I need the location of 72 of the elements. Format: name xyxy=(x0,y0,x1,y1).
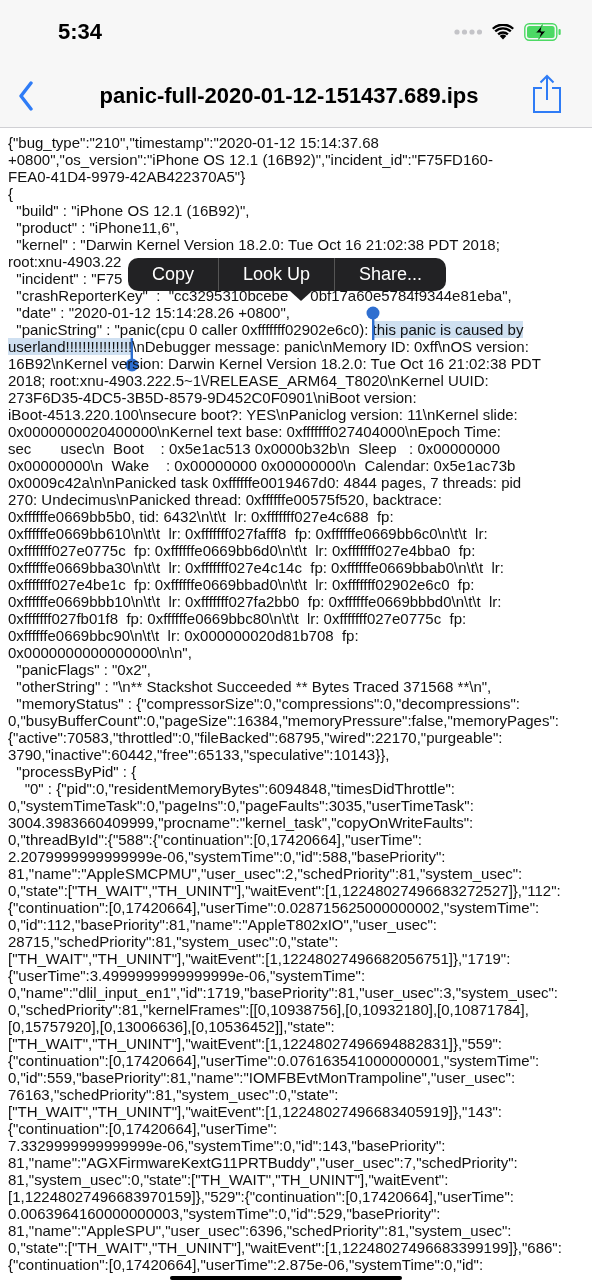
log-text: "panicString" : "panic(cpu 0 caller 0xfffffff02902e6c0): xyxy=(15,321,370,338)
log-text: 28715,"schedPriority":81,"system_usec":0,"state": xyxy=(8,933,339,950)
log-text: "0" : {"pid":0,"residentMemoryBytes":6094848,"timesDidThrottle": xyxy=(23,780,455,797)
log-text: sec usec\n Boot : 0x5e1ac513 0x0000b32b\n Sleep : 0x00000000 xyxy=(8,440,501,457)
log-text: 2018; root:xnu-4903.222.5~1\/RELEASE_ARM64_T8020\nKernel UUID: xyxy=(8,372,489,389)
log-text: 0x0000000000000000\n\n", xyxy=(8,644,192,661)
log-text: 0.0063964160000000003,"systemTime":0,"id":529,"basePriority": xyxy=(8,1205,441,1222)
log-text: 0,"name":"dlil_input_en1","id":1719,"basePriority":81,"user_usec":3,"system_usec": xyxy=(8,984,559,1001)
log-text: [0,15757920],[0,13006636],[0,10536452]],"state": xyxy=(8,1018,335,1035)
log-text: root:xnu-4903.22 xyxy=(8,253,122,270)
log-text: 81,"name":"AppleSPU","user_usec":6396,"schedPriority":81,"system_usec": xyxy=(8,1222,512,1239)
status-time: 5:34 xyxy=(58,19,103,45)
log-text: 0,"state":["TH_WAIT","TH_UNINT"],"waitEvent":[1,12248027496683272527]},"112": xyxy=(8,882,561,899)
battery-charging-icon xyxy=(524,23,562,41)
log-text: {"continuation":[0,17420664],"userTime":2.875e-06,"systemTime":0,"id": xyxy=(8,1256,484,1273)
log-text: +0800","os_version":"iPhone OS 12.1 (16B92)","incident_id":"F75FD160- xyxy=(8,151,493,168)
log-text: 0,"busyBufferCount":0,"pageSize":16384,"memoryPressure":false,"memoryPages": xyxy=(8,712,559,729)
log-text: "kernel" : "Darwin Kernel Version 18.2.0: Tue Oct 16 21:02:38 PDT 2018; xyxy=(15,236,500,253)
log-text: 0xfffffff027fb01f8 fp: 0xffffffe0669bbc80\n\t\t lr: 0xfffffff027e0775c fp: xyxy=(8,610,467,627)
log-text: {"bug_type":"210","timestamp":"2020-01-12 15:14:37.68 xyxy=(8,134,379,151)
log-text: 76163,"schedPriority":81,"system_usec":0,"state": xyxy=(8,1086,339,1103)
log-text: "processByPid" : { xyxy=(15,763,137,780)
log-text: iBoot-4513.220.100\nsecure boot?: YES\nPaniclog version: 11\nKernel slide: xyxy=(8,406,518,423)
log-text: 0xffffffe0669bb5b0, tid: 6432\n\t\t lr: 0xfffffff027e4c688 fp: xyxy=(8,508,394,525)
log-text: {"continuation":[0,17420664],"userTime":0.076163541000000001,"systemTime": xyxy=(8,1052,540,1069)
log-text: 0xfffffff027e4be1c fp: 0xffffffe0669bbad0\n\t\t lr: 0xfffffff02902e6c0 fp: xyxy=(8,576,475,593)
log-text: 270: Undecimus\nPanicked thread: 0xffffffe00575f520, backtrace: xyxy=(8,491,442,508)
log-text: 81,"name":"AppleSMCPMU","user_usec":2,"schedPriority":81,"system_usec": xyxy=(8,865,523,882)
log-text: FEA0-41D4-9979-42AB422370A5"} xyxy=(8,168,246,185)
log-text: 0,"state":["TH_WAIT","TH_UNINT"],"waitEvent":[1,12248027496683399199]},"686": xyxy=(8,1239,562,1256)
log-text: {"continuation":[0,17420664],"userTime":0.028715625000000002,"systemTime": xyxy=(8,899,540,916)
log-text: "date" : "2020-01-12 15:14:28.26 +0800", xyxy=(15,304,290,321)
log-text: ["TH_WAIT","TH_UNINT"],"waitEvent":[1,12248027496682056751]},"1719": xyxy=(8,950,511,967)
file-title: panic-full-2020-01-12-151437.689.ips xyxy=(98,82,480,109)
log-text: {"userTime":3.4999999999999999e-06,"systemTime": xyxy=(8,967,366,984)
log-text: [1,12248027496683970159]},"529":{"continuation":[0,17420664],"userTime": xyxy=(8,1188,514,1205)
log-text: 0xffffffe0669bbc90\n\t\t lr: 0x000000020d81b708 fp: xyxy=(8,627,359,644)
log-text: 0xffffffe0669bb610\n\t\t lr: 0xfffffff027fafff8 fp: 0xffffffe0669bb6c0\n\t\t lr: xyxy=(8,525,488,542)
log-text: 3790,"inactive":60442,"free":65133,"speculative":10143}}, xyxy=(8,746,390,763)
log-text: 0,"schedPriority":81,"kernelFrames":[[0,10938756],[0,10932180],[0,10871784], xyxy=(8,1001,529,1018)
log-text: 0xffffffe0669bba30\n\t\t lr: 0xfffffff027e4c14c fp: 0xffffffe0669bbab0\n\t\t lr: xyxy=(8,559,504,576)
log-text: "otherString" : "\n** Stackshot Succeeded ** Bytes Traced 371568 **\n", xyxy=(15,678,492,695)
log-text: {"continuation":[0,17420664],"userTime": xyxy=(8,1120,278,1137)
log-text: 0x0009c42a\n\nPanicked task 0xffffffe0019467d0: 4844 pages, 7 threads: pid xyxy=(8,474,522,491)
log-text: 0,"id":559,"basePriority":81,"name":"IOMFBEvtMonTrampoline","user_usec": xyxy=(8,1069,516,1086)
wifi-icon xyxy=(492,24,514,40)
log-text: {"active":70583,"throttled":0,"fileBacked":68795,"wired":22170,"purgeable": xyxy=(8,729,503,746)
menu-button[interactable]: Look Up xyxy=(219,258,335,291)
log-text: 3004.3983660409999,"procname":"kernel_task","copyOnWriteFaults": xyxy=(8,814,474,831)
log-text: 2.2079999999999999e-06,"systemTime":0,"id":588,"basePriority": xyxy=(8,848,446,865)
log-text: 81,"name":"AGXFirmwareKextG11PRTBuddy","user_usec":7,"schedPriority": xyxy=(8,1154,518,1171)
log-text: "product" : "iPhone11,6", xyxy=(15,219,180,236)
log-text: 0,"id":112,"basePriority":81,"name":"AppleT802xIO","user_usec": xyxy=(8,916,438,933)
log-text: "panicFlags" : "0x2", xyxy=(15,661,152,678)
log-text: 7.3329999999999999e-06,"systemTime":0,"id":143,"basePriority": xyxy=(8,1137,446,1154)
log-text: 0,"threadById":{"588":{"continuation":[0,17420664],"userTime": xyxy=(8,831,422,848)
log-text: 0xfffffff027e0775c fp: 0xffffffe0669bb6d0\n\t\t lr: 0xfffffff027e4bba0 fp: xyxy=(8,542,476,559)
log-text: 273F6D35-4DC5-3B5D-8579-9D452C0F0901\niBoot version: xyxy=(8,389,417,406)
no-signal-icon xyxy=(454,28,482,36)
log-text: { xyxy=(8,185,13,202)
log-text: 0x0000000020400000\nKernel text base: 0xfffffff027404000\nEpoch Time: xyxy=(8,423,501,440)
log-text: "memoryStatus" : {"compressorSize":0,"compressions":0,"decompressions": xyxy=(15,695,520,712)
back-chevron-icon[interactable] xyxy=(18,80,34,111)
log-text: "build" : "iPhone OS 12.1 (16B92)", xyxy=(15,202,250,219)
log-text: 0xffffffe0669bbb10\n\t\t lr: 0xfffffff027fa2bb0 fp: 0xffffffe0669bbbd0\n\t\t lr: xyxy=(8,593,502,610)
log-text: 0x00000000\n Wake : 0x00000000 0x00000000\n Calendar: 0x5e1ac73b xyxy=(8,457,516,474)
log-text: ["TH_WAIT","TH_UNINT"],"waitEvent":[1,12248027496683405919]},"143": xyxy=(8,1103,502,1120)
log-text: 81,"system_usec":0,"state":["TH_WAIT","TH_UNINT"],"waitEvent": xyxy=(8,1171,449,1188)
log-text: "incident" : "F75 xyxy=(15,270,123,287)
share-icon[interactable] xyxy=(532,73,562,114)
log-text: ["TH_WAIT","TH_UNINT"],"waitEvent":[1,12248027496694882831]},"559": xyxy=(8,1035,502,1052)
log-text: 0,"systemTimeTask":0,"pageIns":0,"pageFaults":3035,"userTimeTask": xyxy=(8,797,474,814)
